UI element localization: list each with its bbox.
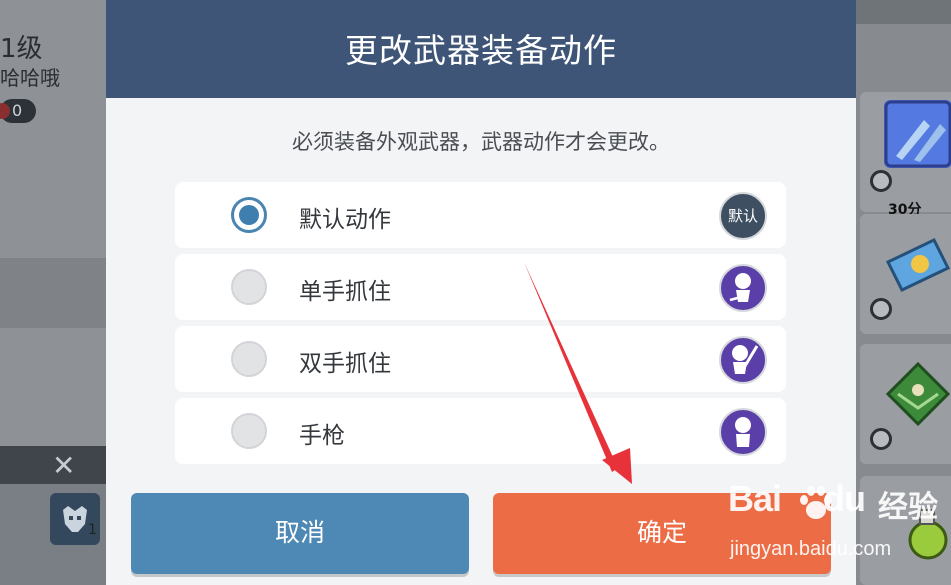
clock-icon [870, 428, 892, 450]
option-label: 单手抓住 [299, 279, 391, 305]
player-name: 哈哈哦 [0, 66, 60, 90]
sword-item-icon [884, 100, 951, 168]
watermark-url: jingyan.baidu.com [730, 538, 892, 560]
currency-value: 0 [12, 101, 23, 120]
option-pistol[interactable]: 手枪 [175, 398, 786, 464]
option-label: 手枪 [299, 423, 345, 449]
background-left-panel: 1级 哈哈哦 0 ✕ 1 [0, 0, 106, 585]
clock-icon [870, 298, 892, 320]
default-badge-icon: 默认 [719, 192, 767, 240]
dialog-header: 更改武器装备动作 [106, 0, 856, 98]
ticket-item-icon [884, 232, 951, 300]
baidu-paw-icon [800, 486, 832, 519]
item-card [860, 214, 951, 334]
option-one-hand-grip[interactable]: 单手抓住 [175, 254, 786, 320]
radio-button[interactable] [231, 413, 267, 449]
item-card: 30分 [860, 92, 951, 218]
option-label: 双手抓住 [299, 351, 391, 377]
pistol-pose-icon [719, 408, 767, 456]
slot-count: 1 [88, 522, 97, 538]
option-label: 默认动作 [299, 207, 391, 233]
background-close-icon: ✕ [52, 449, 76, 482]
background-panel-block [0, 258, 106, 328]
dialog-note: 必须装备外观武器，武器动作才会更改。 [292, 130, 670, 154]
two-hand-pose-icon [719, 336, 767, 384]
currency-pill: 0 [0, 99, 36, 123]
item-card [860, 344, 951, 464]
radio-button-selected[interactable] [231, 197, 267, 233]
dialog-title: 更改武器装备动作 [345, 31, 617, 70]
watermark-cn: 经验 [878, 490, 938, 525]
player-level: 1级 [0, 34, 43, 64]
one-hand-pose-icon [719, 264, 767, 312]
baidu-jingyan-watermark: Bai du 经验 jingyan.baidu.com [728, 478, 948, 568]
cancel-button[interactable]: 取消 [131, 493, 469, 574]
currency-icon [0, 103, 10, 119]
envelope-item-icon [884, 360, 951, 428]
radio-button[interactable] [231, 269, 267, 305]
option-two-hand-grip[interactable]: 双手抓住 [175, 326, 786, 392]
background-right-strip [856, 0, 951, 24]
option-default-action[interactable]: 默认动作 默认 [175, 182, 786, 248]
radio-button[interactable] [231, 341, 267, 377]
clock-icon [870, 170, 892, 192]
